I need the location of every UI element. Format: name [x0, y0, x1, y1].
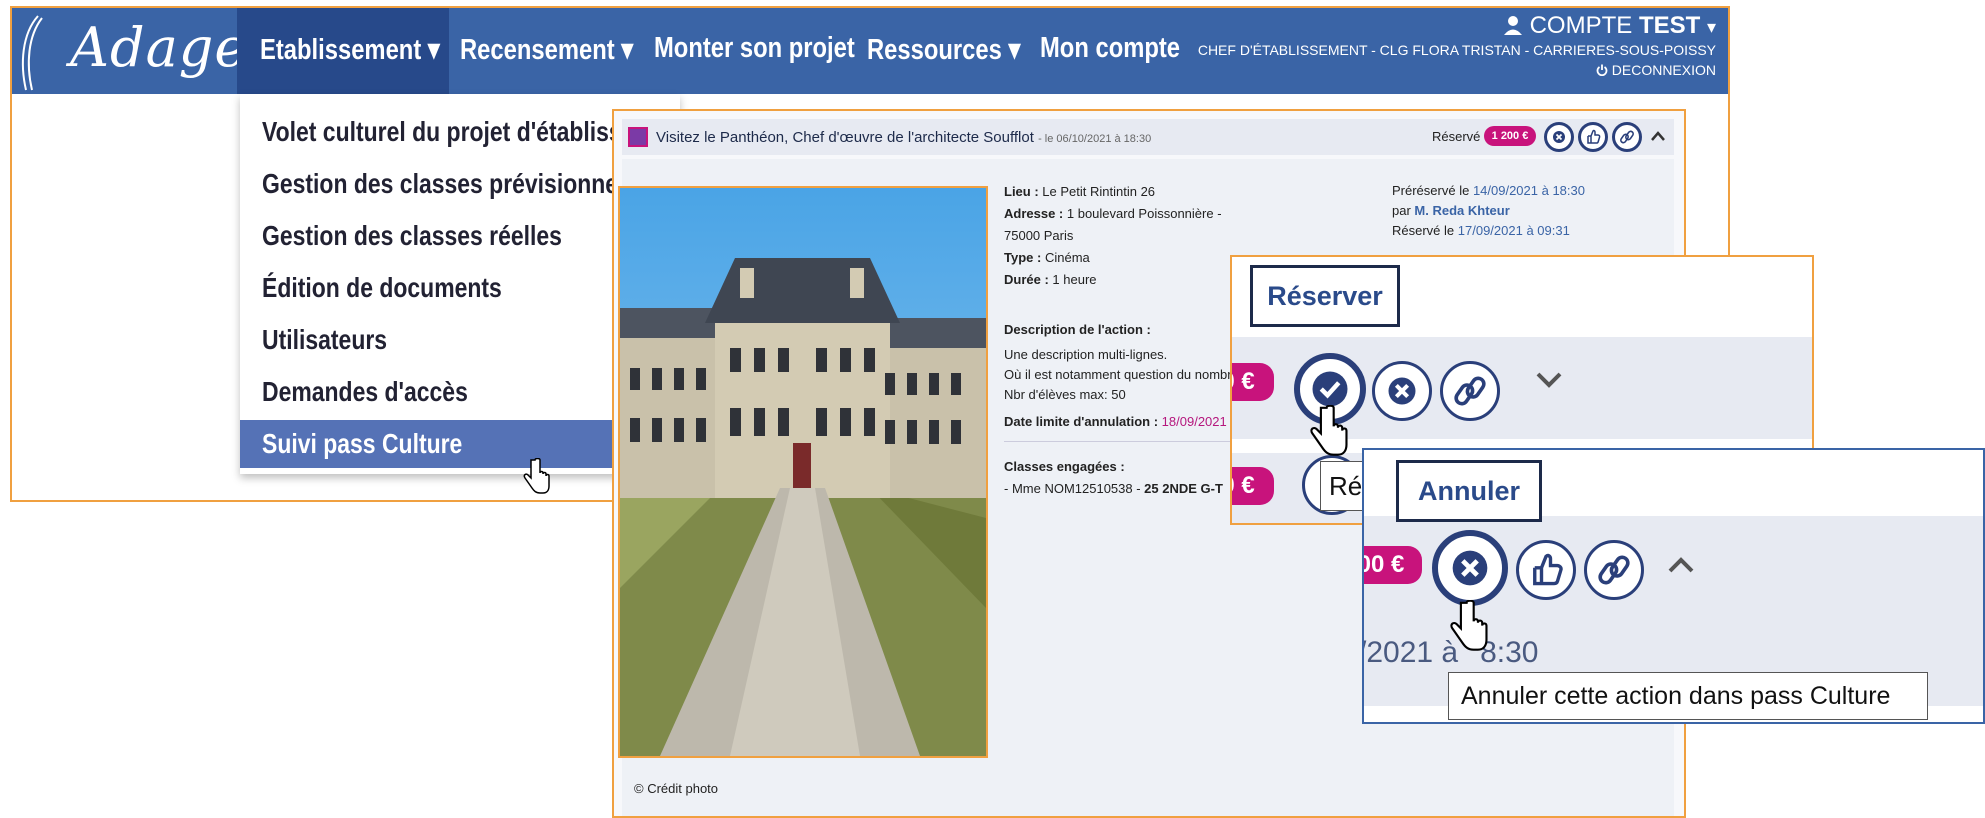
card-header[interactable]: Visitez le Panthéon, Chef d'œuvre de l'a… [622, 119, 1674, 155]
reserved-by[interactable]: M. Reda Khteur [1414, 203, 1509, 218]
account-name: TEST [1638, 12, 1701, 39]
duree-value: 1 heure [1052, 272, 1097, 287]
like-button[interactable] [1578, 122, 1608, 152]
classes-value: - Mme NOM12510538 - 25 2NDE G-T [1004, 481, 1223, 496]
event-photo [618, 186, 988, 758]
event-title: Visitez le Panthéon, Chef d'œuvre de l'a… [656, 129, 1034, 146]
photo-credit: © Crédit photo [634, 781, 719, 796]
nav-mon-compte[interactable]: Mon compte [1040, 32, 1180, 65]
price-badge-fragment: 0 € [1232, 363, 1274, 401]
link-icon [1620, 130, 1634, 144]
logout-link[interactable]: DECONNEXION [1198, 62, 1716, 78]
chevron-up-icon[interactable] [1666, 554, 1696, 576]
cancel-deadline: Date limite d'annulation : 18/09/2021 à [1004, 414, 1238, 429]
cancel-button-zoom[interactable] [1372, 361, 1432, 421]
top-navbar: Adage Etablissement ▾ Recensement ▾ Mont… [12, 8, 1728, 94]
cancel-button[interactable] [1544, 122, 1574, 152]
nav-recensement[interactable]: Recensement ▾ [460, 32, 633, 67]
cancel-icon [1452, 550, 1488, 586]
account-prefix: COMPTE [1529, 12, 1633, 39]
description-label: Description de l'action : [1004, 322, 1151, 337]
price-badge-fragment-2: 0 € [1232, 467, 1274, 505]
chevron-up-icon[interactable] [1650, 129, 1666, 143]
account-caret: ▾ [1706, 17, 1716, 37]
cancel-callout: Annuler [1396, 460, 1542, 522]
lieu-value: Le Petit Rintintin 26 [1042, 184, 1156, 199]
event-date: - le 06/10/2021 à 18:30 [1038, 133, 1152, 145]
account-panel: COMPTE TEST ▾ CHEF D'ÉTABLISSEMENT - CLG… [1198, 12, 1716, 78]
chateau-image [620, 188, 986, 756]
price-badge: 1 200 € [1484, 126, 1536, 146]
cancel-tooltip: Annuler cette action dans pass Culture [1448, 672, 1928, 720]
feather-icon [21, 15, 43, 91]
like-button-zoom[interactable] [1516, 540, 1576, 600]
prereserve-date: 14/09/2021 à 18:30 [1472, 183, 1585, 198]
hand-cursor-icon [1310, 405, 1348, 456]
thumbs-up-icon [1533, 553, 1563, 586]
classes-label: Classes engagées : [1004, 459, 1125, 474]
cancel-button-highlighted[interactable] [1432, 530, 1508, 606]
hand-cursor-icon [1450, 600, 1488, 651]
account-menu[interactable]: COMPTE TEST ▾ [1198, 12, 1716, 40]
link-button-zoom[interactable] [1584, 540, 1644, 600]
status-label: Réservé [1432, 129, 1481, 144]
hand-cursor-icon [523, 458, 550, 494]
link-button[interactable] [1612, 122, 1642, 152]
reserve-date: 17/09/2021 à 09:31 [1457, 223, 1570, 238]
link-icon [1598, 555, 1630, 585]
event-thumbnail-icon [628, 127, 648, 147]
power-icon [1596, 64, 1608, 77]
logout-label: DECONNEXION [1611, 62, 1716, 78]
app-logo[interactable]: Adage [70, 16, 247, 79]
account-role: CHEF D'ÉTABLISSEMENT - CLG FLORA TRISTAN… [1197, 42, 1716, 58]
description-text: Une description multi-lignes. Où il est … [1004, 347, 1239, 402]
type-value: Cinéma [1044, 250, 1090, 265]
nav-ressources[interactable]: Ressources ▾ [867, 32, 1020, 67]
cancel-zoom-panel: Annuler 00 € /2021 à 8:30 Annuler cette a… [1362, 448, 1985, 724]
cancel-icon [1553, 131, 1565, 143]
chevron-down-icon[interactable] [1534, 369, 1564, 391]
nav-monter-projet[interactable]: Monter son projet [654, 32, 855, 65]
details-column: Lieu : Le Petit Rintintin 26 Adresse : 1… [1004, 181, 1244, 500]
divider [1004, 441, 1244, 442]
price-badge-fragment: 00 € [1364, 546, 1422, 584]
history-column: Préréservé le 14/09/2021 à 18:30 par M. … [1392, 183, 1585, 238]
nav-etablissement[interactable]: Etablissement ▾ [260, 32, 440, 67]
link-button-zoom[interactable] [1440, 361, 1500, 421]
reserve-callout: Réserver [1250, 265, 1400, 327]
thumbs-up-icon [1587, 129, 1601, 144]
link-icon [1454, 376, 1486, 406]
user-icon [1503, 16, 1522, 35]
cancel-icon [1388, 377, 1416, 405]
